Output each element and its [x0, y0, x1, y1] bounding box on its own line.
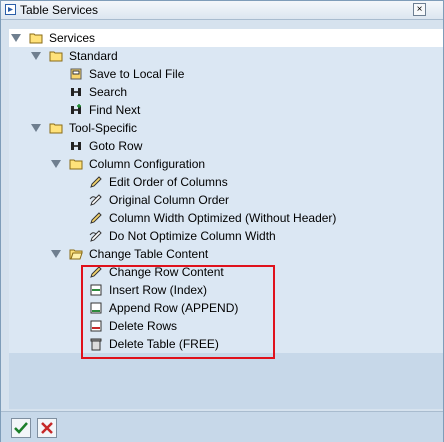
folder-icon	[69, 159, 83, 170]
collapse-triangle-icon[interactable]	[31, 124, 41, 132]
tree-node-label: Search	[89, 85, 128, 99]
collapse-triangle-icon[interactable]	[31, 52, 41, 60]
tree-node-label: Tool-Specific	[69, 121, 138, 135]
tree-node-label: Standard	[69, 49, 118, 63]
confirm-button[interactable]	[11, 418, 31, 438]
binoculars-icon	[71, 142, 81, 150]
window-icon	[5, 4, 16, 15]
tree-node-goto-row[interactable]: Goto Row	[9, 137, 443, 155]
collapse-triangle-icon[interactable]	[11, 34, 21, 42]
tree-node-tool-specific[interactable]: Tool-Specific	[9, 119, 443, 137]
delete-row-icon	[90, 320, 102, 332]
tree-node-services[interactable]: Services	[9, 29, 443, 47]
pencil-icon	[90, 266, 102, 278]
folder-icon	[29, 33, 43, 44]
tree-node-standard[interactable]: Standard	[9, 47, 443, 65]
button-bar	[1, 411, 443, 442]
tree-node-label: Change Table Content	[89, 247, 209, 261]
tree-node-delete-table[interactable]: Delete Table (FREE)	[9, 335, 443, 353]
close-icon: ×	[416, 4, 423, 15]
pencil-undo-icon	[89, 194, 102, 206]
cancel-button[interactable]	[37, 418, 57, 438]
tree-node-find-next[interactable]: Find Next	[9, 101, 443, 119]
tree-node-save-to-local-file[interactable]: Save to Local File	[9, 65, 443, 83]
tree-node-label: Find Next	[89, 103, 141, 117]
close-button[interactable]: ×	[413, 3, 426, 16]
trash-icon	[90, 338, 102, 351]
tree-node-label: Original Column Order	[109, 193, 230, 207]
tree-node-delete-rows[interactable]: Delete Rows	[9, 317, 443, 335]
tree-node-label: Delete Rows	[109, 319, 178, 333]
tree-node-edit-order-of-columns[interactable]: Edit Order of Columns	[9, 173, 443, 191]
tree-node-label: Insert Row (Index)	[109, 283, 208, 297]
binoculars-icon	[71, 88, 81, 96]
tree-node-change-row-content[interactable]: Change Row Content	[9, 263, 443, 281]
tree-node-label: Save to Local File	[89, 67, 185, 81]
binoculars-plus-icon	[71, 104, 81, 114]
insert-row-icon	[90, 284, 102, 296]
window-title: Table Services	[20, 3, 99, 17]
tree-node-change-table-content[interactable]: Change Table Content	[9, 245, 443, 263]
pencil-icon	[90, 176, 102, 188]
tree-node-column-width-optimized[interactable]: Column Width Optimized (Without Header)	[9, 209, 443, 227]
tree-node-label: Do Not Optimize Column Width	[109, 229, 276, 243]
tree-node-label: Column Configuration	[89, 157, 206, 171]
tree-node-label: Edit Order of Columns	[109, 175, 228, 189]
save-icon	[70, 68, 82, 80]
cancel-x-icon	[41, 422, 53, 434]
collapse-triangle-icon[interactable]	[51, 160, 61, 168]
title-bar: Table Services ×	[1, 1, 443, 20]
table-services-dialog: Table Services × Services Standard Save …	[0, 0, 444, 442]
pencil-undo-icon	[89, 230, 102, 242]
pencil-icon	[90, 212, 102, 224]
tree-node-label: Goto Row	[89, 139, 143, 153]
services-tree: Services Standard Save to Local File Sea…	[9, 29, 443, 409]
tree-node-search[interactable]: Search	[9, 83, 443, 101]
append-row-icon	[90, 302, 102, 314]
tree-node-label: Append Row (APPEND)	[109, 301, 239, 315]
checkmark-icon	[14, 422, 28, 434]
tree-node-do-not-optimize-column-width[interactable]: Do Not Optimize Column Width	[9, 227, 443, 245]
tree-node-original-column-order[interactable]: Original Column Order	[9, 191, 443, 209]
tree-node-label: Column Width Optimized (Without Header)	[109, 211, 337, 225]
tree-node-insert-row[interactable]: Insert Row (Index)	[9, 281, 443, 299]
tree-node-column-configuration[interactable]: Column Configuration	[9, 155, 443, 173]
open-folder-icon	[69, 249, 83, 260]
tree-node-label: Change Row Content	[109, 265, 224, 279]
collapse-triangle-icon[interactable]	[51, 250, 61, 258]
tree-node-append-row[interactable]: Append Row (APPEND)	[9, 299, 443, 317]
tree-node-label: Delete Table (FREE)	[109, 337, 219, 351]
folder-icon	[49, 123, 63, 134]
folder-icon	[49, 51, 63, 62]
tree-node-label: Services	[49, 31, 96, 45]
